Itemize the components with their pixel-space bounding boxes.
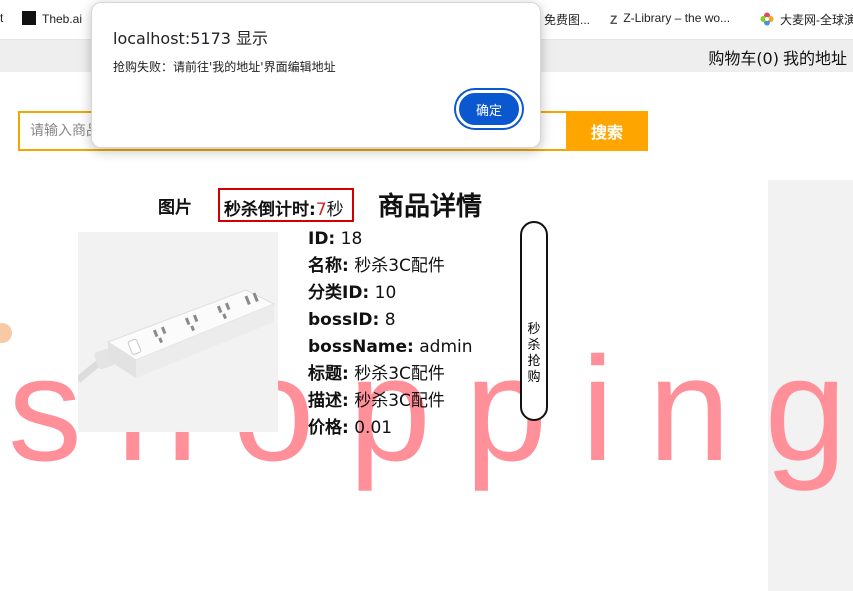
info-value: 0.01 (354, 418, 393, 438)
info-value: 秒杀3C配件 (354, 391, 445, 411)
bookmark-label: t (0, 11, 4, 25)
info-key: 价格: (308, 418, 349, 438)
info-value: 8 (384, 310, 396, 330)
info-key: ID: (308, 229, 336, 249)
countdown-box: 秒杀倒计时:7秒 (218, 188, 354, 222)
info-value: 秒杀3C配件 (354, 256, 445, 276)
info-row-id: ID: 18 (308, 226, 473, 253)
power-strip-image (78, 232, 278, 432)
info-row-price: 价格: 0.01 (308, 415, 473, 442)
info-row-boss-name: bossName: admin (308, 334, 473, 361)
dialog-ok-button[interactable]: 确定 (456, 90, 522, 128)
bookmark-item[interactable]: t (0, 11, 3, 25)
info-key: 描述: (308, 391, 349, 411)
my-address-link[interactable]: 我的地址 (783, 49, 847, 68)
alert-dialog: localhost:5173 显示 抢购失败：请前往'我的地址'界面编辑地址 确… (91, 2, 541, 148)
product-detail-title: 商品详情 (378, 192, 483, 222)
info-key: 分类ID: (308, 283, 370, 303)
header-links: 购物车(0) 我的地址 (704, 45, 847, 69)
info-row-description: 描述: 秒杀3C配件 (308, 388, 473, 415)
bookmark-damai[interactable]: 大麦网-全球演 (760, 11, 853, 28)
zlibrary-icon: Z (610, 13, 618, 27)
bookmark-theb[interactable]: Theb.ai (22, 11, 82, 26)
countdown-value: 7 (315, 200, 327, 220)
info-key: 标题: (308, 364, 349, 384)
dialog-message: 抢购失败：请前往'我的地址'界面编辑地址 (113, 60, 336, 74)
info-value: admin (419, 337, 473, 357)
product-info: ID: 18 名称: 秒杀3C配件 分类ID: 10 bossID: 8 bos… (308, 226, 473, 442)
picture-column-label: 图片 (158, 198, 192, 218)
bookmark-zlibrary[interactable]: Z Z-Library – the wo... (610, 11, 730, 27)
info-key: 名称: (308, 256, 349, 276)
info-row-title: 标题: 秒杀3C配件 (308, 361, 473, 388)
bookmark-label: 大麦网-全球演 (780, 13, 853, 27)
info-row-category-id: 分类ID: 10 (308, 280, 473, 307)
info-value: 18 (340, 229, 363, 249)
flash-sale-buy-button[interactable]: 秒杀抢购 (520, 221, 548, 421)
info-key: bossID: (308, 310, 380, 330)
bookmark-label: 免费图... (544, 13, 591, 27)
theb-icon (22, 11, 36, 25)
search-button[interactable]: 搜索 (566, 111, 648, 151)
countdown-unit: 秒 (326, 200, 344, 220)
info-value: 秒杀3C配件 (354, 364, 445, 384)
info-value: 10 (374, 283, 397, 303)
bookmark-label: Z-Library – the wo... (623, 11, 731, 25)
bookmark-free-images[interactable]: 免费图... (544, 11, 590, 28)
info-key: bossName: (308, 337, 414, 357)
damai-icon (760, 12, 774, 26)
countdown-label: 秒杀倒计时: (224, 200, 316, 220)
product-image (78, 232, 278, 432)
info-row-boss-id: bossID: 8 (308, 307, 473, 334)
info-row-name: 名称: 秒杀3C配件 (308, 253, 473, 280)
bookmark-label: Theb.ai (42, 12, 83, 26)
cart-link[interactable]: 购物车(0) (708, 49, 779, 68)
dialog-title: localhost:5173 显示 (113, 29, 269, 48)
